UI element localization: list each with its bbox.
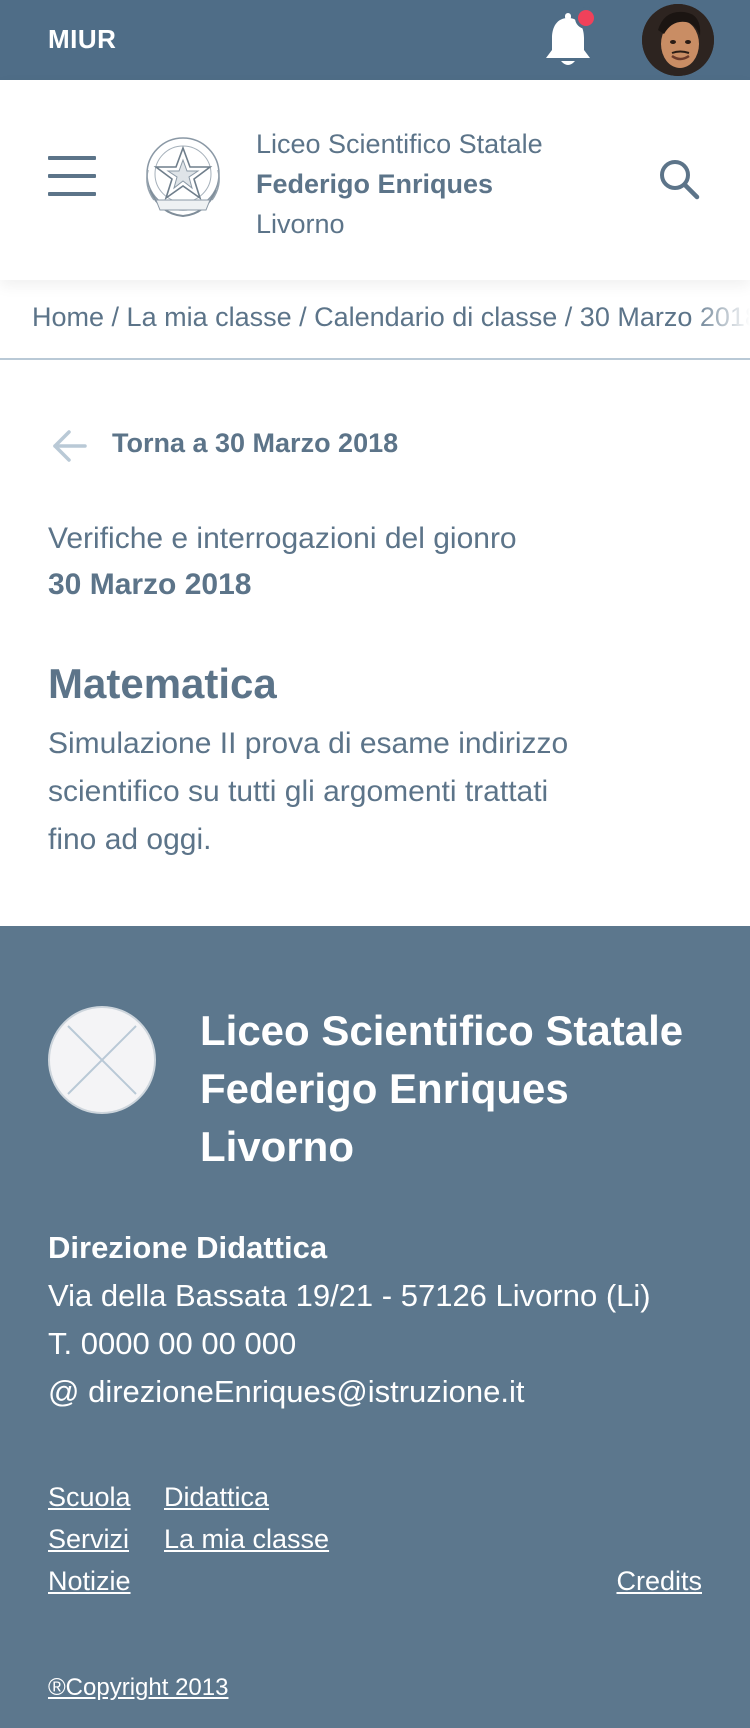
footer-logo-placeholder-icon (48, 1006, 156, 1114)
miur-brand[interactable]: MIUR (48, 24, 116, 55)
contacts-email[interactable]: @ direzioneEnriques@istruzione.it (48, 1368, 651, 1416)
school-line-1: Liceo Scientifico Statale (256, 129, 543, 159)
breadcrumb-separator: / (104, 302, 127, 332)
breadcrumb-separator: / (291, 302, 315, 332)
contacts-phone[interactable]: T. 0000 00 00 000 (48, 1320, 651, 1368)
site-header: Liceo Scientifico Statale Federigo Enriq… (0, 80, 750, 280)
arrow-left-icon (53, 430, 87, 462)
page-intro: Verifiche e interrogazioni del gionro 30… (48, 516, 517, 608)
footer-school-line-1: Liceo Scientifico Statale (200, 1007, 684, 1054)
footer-link-la-mia-classe[interactable]: La mia classe (164, 1524, 329, 1555)
contacts-title: Direzione Didattica (48, 1230, 328, 1265)
notification-badge (575, 7, 597, 29)
breadcrumb-fade (690, 300, 750, 358)
footer-contacts: Direzione Didattica Via della Bassata 19… (48, 1224, 651, 1416)
site-footer: Liceo Scientifico Statale Federigo Enriq… (0, 926, 750, 1728)
footer-link-credits[interactable]: Credits (616, 1566, 702, 1597)
footer-school-line-3: Livorno (200, 1123, 354, 1170)
republic-emblem-icon[interactable] (140, 130, 226, 224)
school-line-2: Federigo Enriques (256, 169, 494, 199)
avatar[interactable] (642, 4, 714, 76)
school-name[interactable]: Liceo Scientifico Statale Federigo Enriq… (256, 124, 543, 244)
footer-school-line-2: Federigo Enriques (200, 1065, 569, 1112)
back-link-label: Torna a 30 Marzo 2018 (112, 428, 399, 458)
description-line: Simulazione II prova di esame indirizzo (48, 727, 569, 760)
intro-text: Verifiche e interrogazioni del gionro (48, 522, 517, 555)
footer-link-scuola[interactable]: Scuola (48, 1482, 131, 1513)
footer-link-servizi[interactable]: Servizi (48, 1524, 129, 1555)
menu-icon[interactable] (48, 156, 96, 196)
search-icon[interactable] (656, 156, 702, 202)
breadcrumb-home[interactable]: Home (32, 302, 104, 332)
intro-date: 30 Marzo 2018 (48, 568, 252, 601)
event-description: Simulazione II prova di esame indirizzo … (48, 720, 608, 864)
contacts-address: Via della Bassata 19/21 - 57126 Livorno … (48, 1278, 651, 1313)
footer-link-didattica[interactable]: Didattica (164, 1482, 269, 1513)
school-line-3: Livorno (256, 209, 345, 239)
description-line: fino ad oggi. (48, 823, 212, 856)
footer-link-notizie[interactable]: Notizie (48, 1566, 131, 1597)
footer-school-name: Liceo Scientifico Statale Federigo Enriq… (200, 1002, 683, 1176)
copyright-link[interactable]: ®Copyright 2013 (48, 1674, 228, 1702)
breadcrumb-calendario[interactable]: Calendario di classe (314, 302, 557, 332)
event-subject: Matematica (48, 660, 277, 707)
breadcrumb-la-mia-classe[interactable]: La mia classe (127, 302, 292, 332)
breadcrumb: Home / La mia classe / Calendario di cla… (0, 300, 750, 360)
top-bar: MIUR (0, 0, 750, 80)
description-line: scientifico su tutti gli argomenti tratt… (48, 775, 549, 808)
breadcrumb-separator: / (557, 302, 580, 332)
